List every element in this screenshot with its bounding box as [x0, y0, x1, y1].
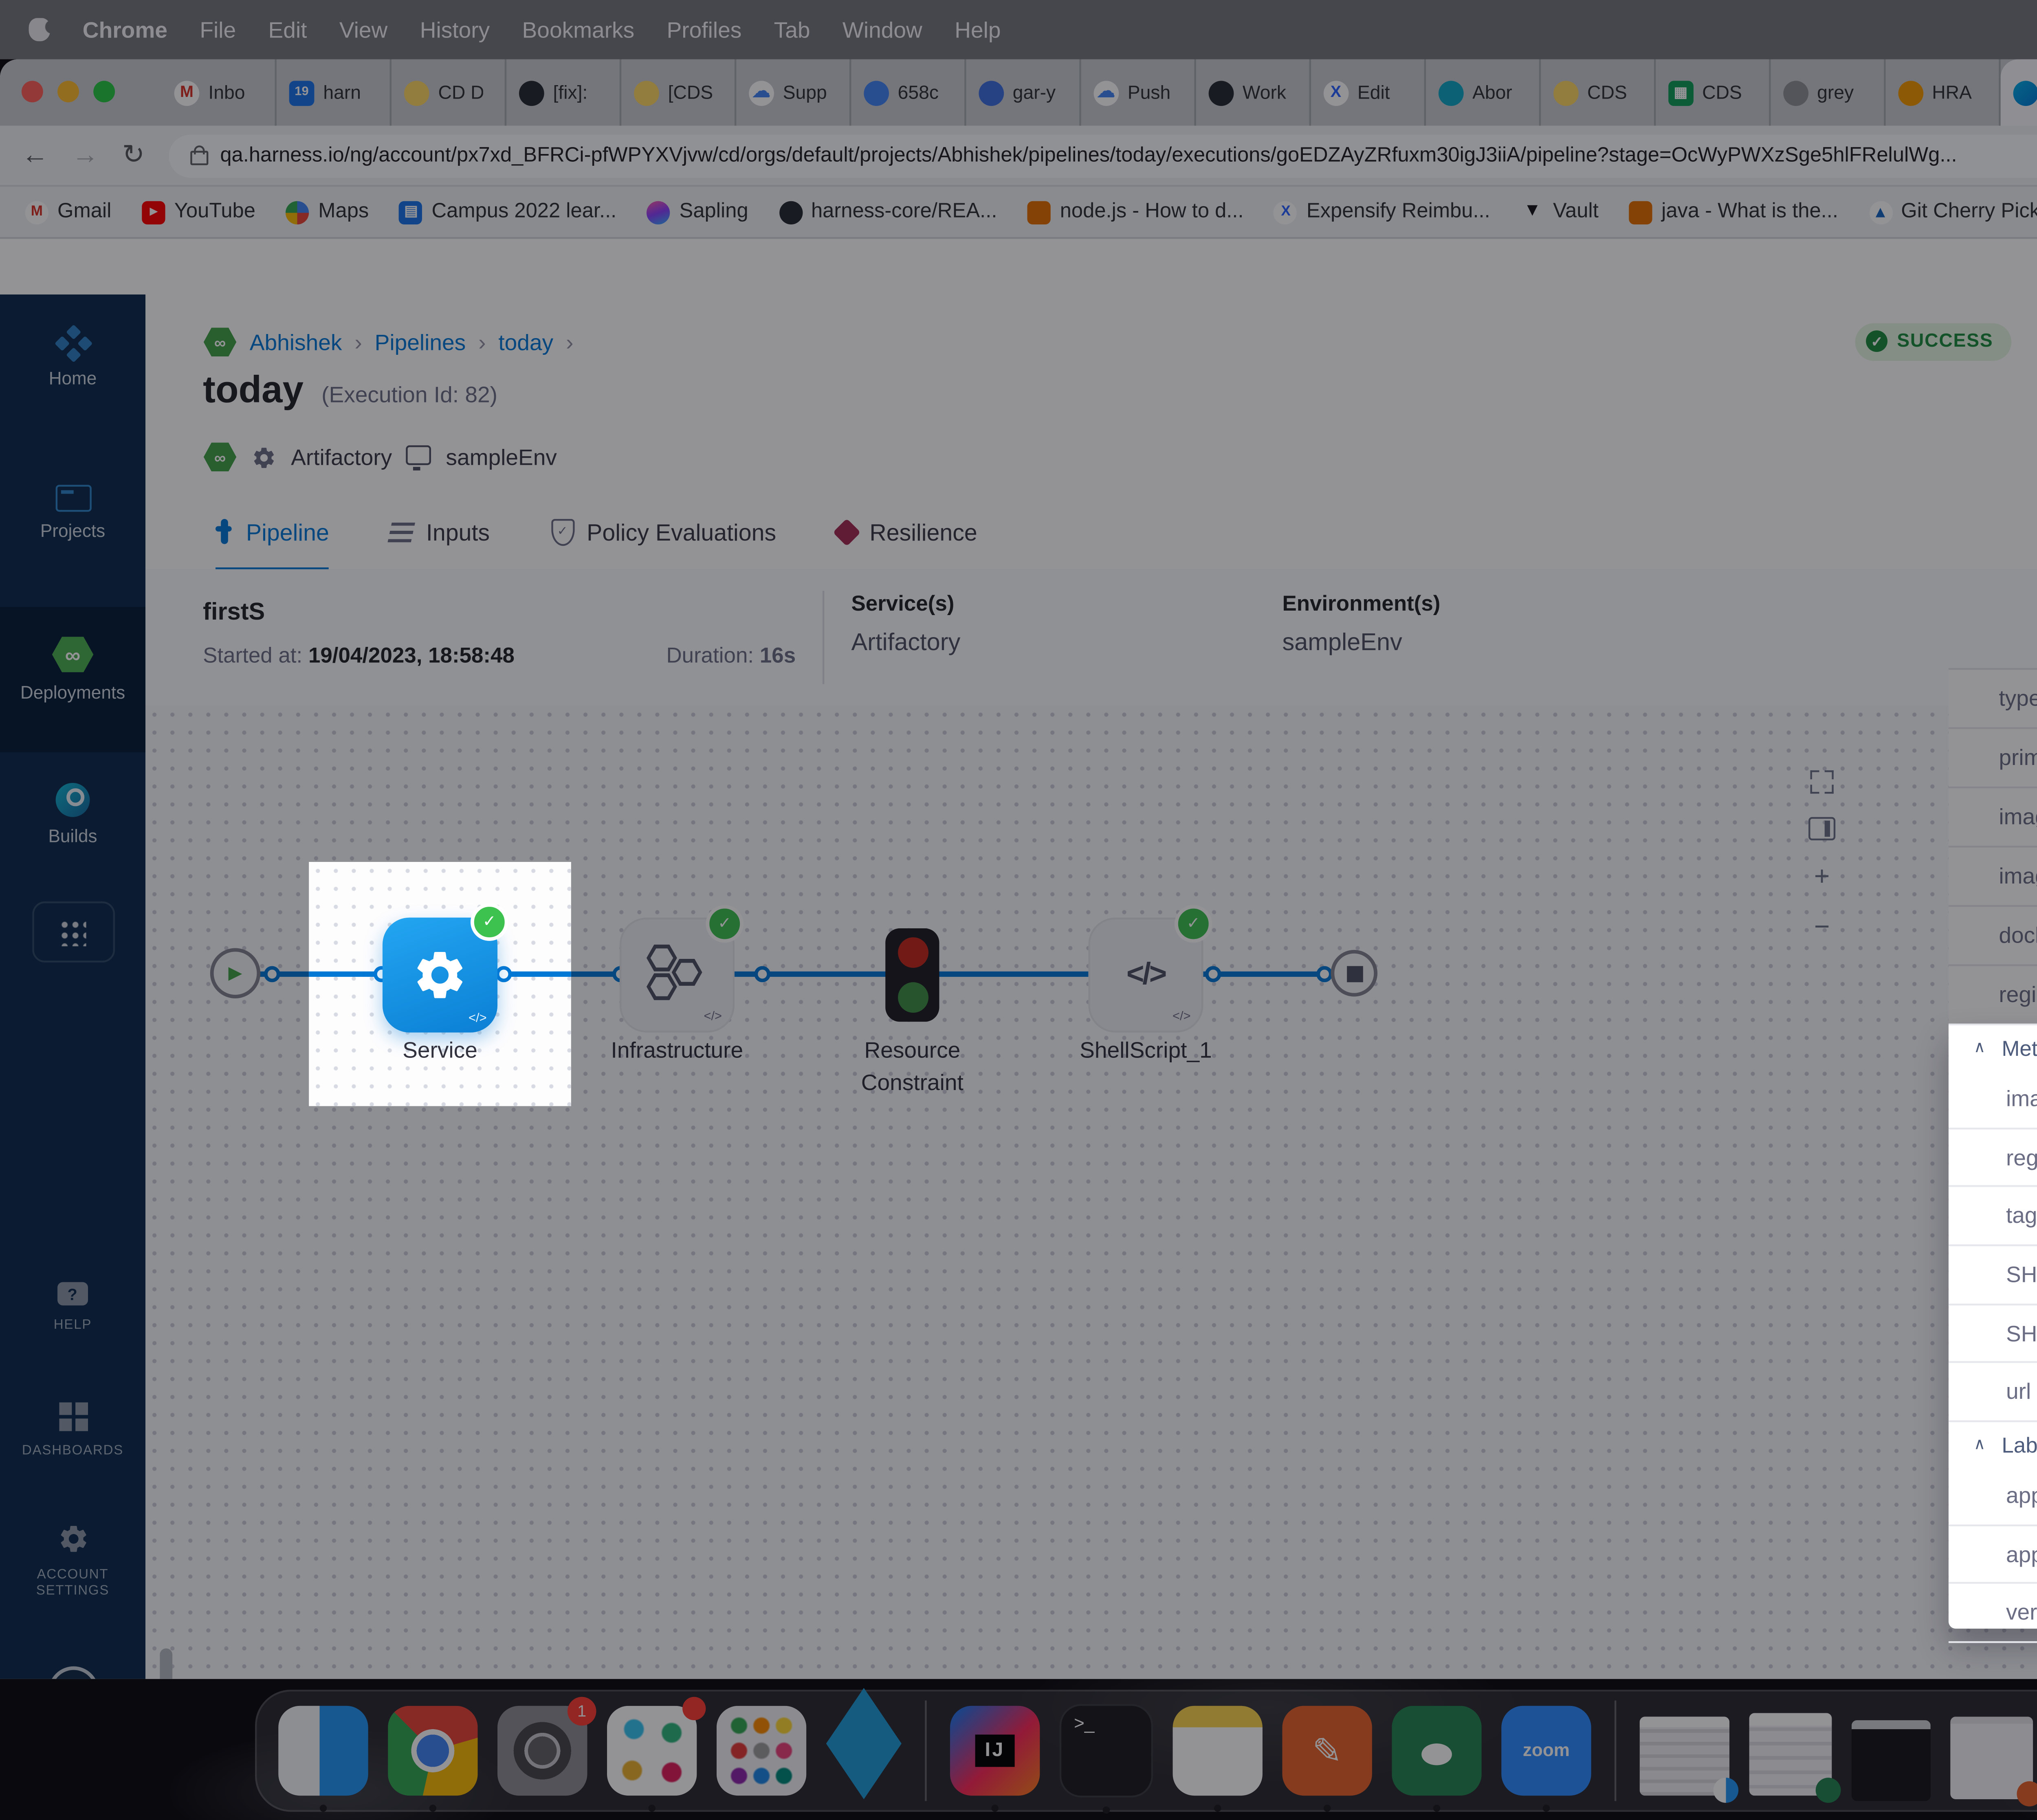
kv-row: version 4.0 [1949, 1584, 2037, 1643]
kv-key: app.harness [2006, 1542, 2037, 1567]
kv-key: url [2006, 1380, 2037, 1405]
success-check-icon: ✓ [471, 903, 508, 941]
collapse-chevron-icon[interactable]: ∧ [1974, 1038, 1986, 1057]
kv-row: url https://harness.jfrog.io/artifa... [1949, 1364, 2037, 1422]
kv-row: SHA sha256:658c8eae64831... [1949, 1305, 2037, 1364]
kv-key: app.harness.io [2006, 1483, 2037, 1508]
collapse-chevron-icon[interactable]: ∧ [1974, 1435, 1986, 1455]
kv-row: tag four [1949, 1187, 2037, 1246]
connector-port [496, 966, 512, 983]
metadata-section-header[interactable]: ∧ Metadata [1949, 1025, 2037, 1070]
kv-key: SHAV2 [2006, 1262, 2037, 1288]
kv-row: SHAV2 sha256:658c8eae64831... [1949, 1246, 2037, 1305]
kv-row: registryHostname harness-ken-docker-repo… [1949, 1129, 2037, 1187]
label-section-header[interactable]: ∧ Label [1949, 1422, 2037, 1467]
kv-key: registryHostname [2006, 1145, 2037, 1170]
kv-row: app.harness.io 100hello [1949, 1467, 2037, 1526]
code-icon: </> [469, 1013, 487, 1025]
kv-key: image [2006, 1086, 2037, 1111]
kv-key: version [2006, 1600, 2037, 1625]
screenshot-viewport: Chrome FileEditViewHistoryBookmarksProfi… [0, 0, 2037, 1820]
macos-screen: Chrome FileEditViewHistoryBookmarksProfi… [0, 0, 2037, 1820]
kv-row: app.harness 31.0 [1949, 1526, 2037, 1585]
spotlight-dim-overlay [0, 0, 2037, 1820]
service-node[interactable]: ✓ </> [383, 918, 497, 1033]
section-title: Label [2002, 1432, 2037, 1457]
metadata-panel: ∧ Metadata image harness-ken-docker-repo… [1949, 1024, 2037, 1629]
section-title: Metadata [2002, 1035, 2037, 1060]
kv-row: image harness-ken-docker-repo-1.jf... [1949, 1070, 2037, 1129]
metadata-rows: image harness-ken-docker-repo-1.jf... re… [1949, 1070, 2037, 1422]
service-node-spotlight: ✓ </> Service [309, 862, 571, 1106]
kv-key: tag [2006, 1203, 2037, 1229]
label-rows: app.harness.io 100hello app.harness 31.0… [1949, 1467, 2037, 1643]
kv-key: SHA [2006, 1321, 2037, 1346]
node-label: Service [302, 1034, 579, 1067]
gear-icon [411, 946, 469, 1004]
